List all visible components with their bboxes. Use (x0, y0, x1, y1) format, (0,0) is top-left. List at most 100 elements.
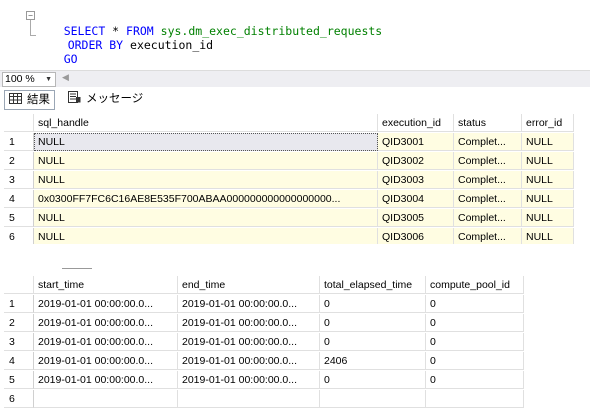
column-header[interactable]: end_time (178, 276, 320, 294)
column-header[interactable]: status (454, 114, 522, 132)
grid-cell[interactable]: QID3006 (378, 228, 454, 244)
grid-cell[interactable]: 2406 (320, 352, 426, 370)
grid-cell[interactable] (34, 390, 178, 408)
grid-cell[interactable]: 0 (426, 295, 524, 313)
grid-cell[interactable]: 0 (426, 314, 524, 332)
grid-cell[interactable] (426, 390, 524, 408)
table-row[interactable]: 4 2019-01-01 00:00:00.0... 2019-01-01 00… (4, 352, 590, 371)
corner-cell[interactable] (4, 114, 34, 132)
grid-cell[interactable]: NULL (34, 209, 378, 227)
row-number[interactable]: 6 (4, 228, 34, 244)
row-number[interactable]: 5 (4, 371, 34, 389)
row-number[interactable]: 2 (4, 314, 34, 332)
table-row[interactable]: 2 2019-01-01 00:00:00.0... 2019-01-01 00… (4, 314, 590, 333)
grid-header-row: start_time end_time total_elapsed_time c… (4, 276, 590, 295)
scroll-left-icon[interactable]: ◀ (62, 72, 69, 83)
grid-cell[interactable]: 0 (320, 333, 426, 351)
grid-cell[interactable]: NULL (34, 152, 378, 170)
grid-cell[interactable]: 2019-01-01 00:00:00.0... (178, 371, 320, 389)
grid-cell[interactable]: NULL (34, 171, 378, 189)
grid-cell[interactable]: 2019-01-01 00:00:00.0... (178, 314, 320, 332)
row-number[interactable]: 1 (4, 295, 34, 313)
grid-cell[interactable]: Complet... (454, 152, 522, 170)
corner-cell[interactable] (4, 276, 34, 294)
results-grid-1[interactable]: sql_handle execution_id status error_id … (4, 114, 590, 244)
tab-messages[interactable]: メッセージ (64, 90, 147, 108)
grid-cell-selected[interactable]: NULL (34, 133, 378, 151)
grid-cell[interactable]: QID3004 (378, 190, 454, 208)
grid-cell[interactable]: 0 (320, 371, 426, 389)
grid-cell[interactable]: QID3003 (378, 171, 454, 189)
collapse-toggle-icon[interactable]: − (26, 11, 35, 20)
grid-divider (62, 268, 92, 269)
grid-cell[interactable]: 2019-01-01 00:00:00.0... (34, 371, 178, 389)
grid-cell[interactable]: 0 (426, 352, 524, 370)
grid-cell[interactable]: QID3002 (378, 152, 454, 170)
zoom-dropdown[interactable]: 100 % ▼ (2, 72, 56, 87)
zoom-value: 100 % (5, 73, 35, 85)
grid-cell[interactable]: Complet... (454, 190, 522, 208)
results-tabs: 結果 メッセージ (0, 87, 590, 111)
row-number[interactable]: 4 (4, 352, 34, 370)
table-row[interactable]: 4 0x0300FF7FC6C16AE8E535F700ABAA00000000… (4, 190, 590, 209)
grid-cell[interactable]: NULL (34, 228, 378, 244)
grid-cell[interactable]: Complet... (454, 133, 522, 151)
table-row[interactable]: 1 2019-01-01 00:00:00.0... 2019-01-01 00… (4, 295, 590, 314)
column-header[interactable]: sql_handle (34, 114, 378, 132)
grid-cell[interactable]: NULL (522, 133, 574, 151)
grid-cell[interactable]: 2019-01-01 00:00:00.0... (178, 295, 320, 313)
grid-cell[interactable]: QID3001 (378, 133, 454, 151)
grid-cell[interactable]: NULL (522, 171, 574, 189)
table-row[interactable]: 3 NULL QID3003 Complet... NULL (4, 171, 590, 190)
grid-cell[interactable]: 2019-01-01 00:00:00.0... (34, 333, 178, 351)
table-row[interactable]: 6 NULL QID3006 Complet... NULL (4, 228, 590, 244)
table-row[interactable]: 5 2019-01-01 00:00:00.0... 2019-01-01 00… (4, 371, 590, 390)
code-line-1[interactable]: SELECT * FROM sys.dm_exec_distributed_re… (36, 10, 383, 38)
grid-cell[interactable]: NULL (522, 152, 574, 170)
table-row[interactable]: 5 NULL QID3005 Complet... NULL (4, 209, 590, 228)
row-number[interactable]: 6 (4, 390, 34, 408)
grid-cell[interactable]: Complet... (454, 228, 522, 244)
table-row[interactable]: 2 NULL QID3002 Complet... NULL (4, 152, 590, 171)
column-header[interactable]: compute_pool_id (426, 276, 524, 294)
grid-cell[interactable]: 2019-01-01 00:00:00.0... (34, 295, 178, 313)
table-row[interactable]: 3 2019-01-01 00:00:00.0... 2019-01-01 00… (4, 333, 590, 352)
grid-cell[interactable]: 0 (320, 295, 426, 313)
grid-cell[interactable]: 2019-01-01 00:00:00.0... (178, 352, 320, 370)
row-number[interactable]: 2 (4, 152, 34, 170)
grid-cell[interactable]: 2019-01-01 00:00:00.0... (34, 352, 178, 370)
tab-messages-label: メッセージ (86, 93, 144, 105)
sql-editor[interactable]: − SELECT * FROM sys.dm_exec_distributed_… (0, 0, 590, 66)
code-line-3[interactable]: GO (36, 38, 78, 66)
code-line-2[interactable]: ORDER BY execution_id (40, 24, 213, 52)
tab-results-label: 結果 (27, 94, 50, 106)
grid-cell[interactable]: 2019-01-01 00:00:00.0... (178, 333, 320, 351)
row-number[interactable]: 3 (4, 333, 34, 351)
column-header[interactable]: total_elapsed_time (320, 276, 426, 294)
grid-cell[interactable]: 0 (426, 333, 524, 351)
grid-cell[interactable]: 0 (426, 371, 524, 389)
grid-cell[interactable]: QID3005 (378, 209, 454, 227)
grid-cell[interactable] (178, 390, 320, 408)
grid-cell[interactable]: NULL (522, 228, 574, 244)
row-number[interactable]: 3 (4, 171, 34, 189)
grid-cell[interactable]: NULL (522, 209, 574, 227)
grid-cell[interactable]: 0x0300FF7FC6C16AE8E535F700ABAA0000000000… (34, 190, 378, 208)
grid-cell[interactable]: 0 (320, 314, 426, 332)
results-grid-2[interactable]: start_time end_time total_elapsed_time c… (4, 276, 590, 408)
grid-cell[interactable]: 2019-01-01 00:00:00.0... (34, 314, 178, 332)
column-header[interactable]: error_id (522, 114, 574, 132)
grid-cell[interactable]: Complet... (454, 209, 522, 227)
column-header[interactable]: start_time (34, 276, 178, 294)
row-number[interactable]: 5 (4, 209, 34, 227)
grid-cell[interactable]: NULL (522, 190, 574, 208)
row-number[interactable]: 4 (4, 190, 34, 208)
grid-icon (9, 92, 22, 110)
column-header[interactable]: execution_id (378, 114, 454, 132)
tab-results[interactable]: 結果 (4, 90, 55, 110)
row-number[interactable]: 1 (4, 133, 34, 151)
grid-cell[interactable]: Complet... (454, 171, 522, 189)
table-row[interactable]: 6 (4, 390, 590, 408)
grid-cell[interactable] (320, 390, 426, 408)
table-row[interactable]: 1 NULL QID3001 Complet... NULL (4, 133, 590, 152)
